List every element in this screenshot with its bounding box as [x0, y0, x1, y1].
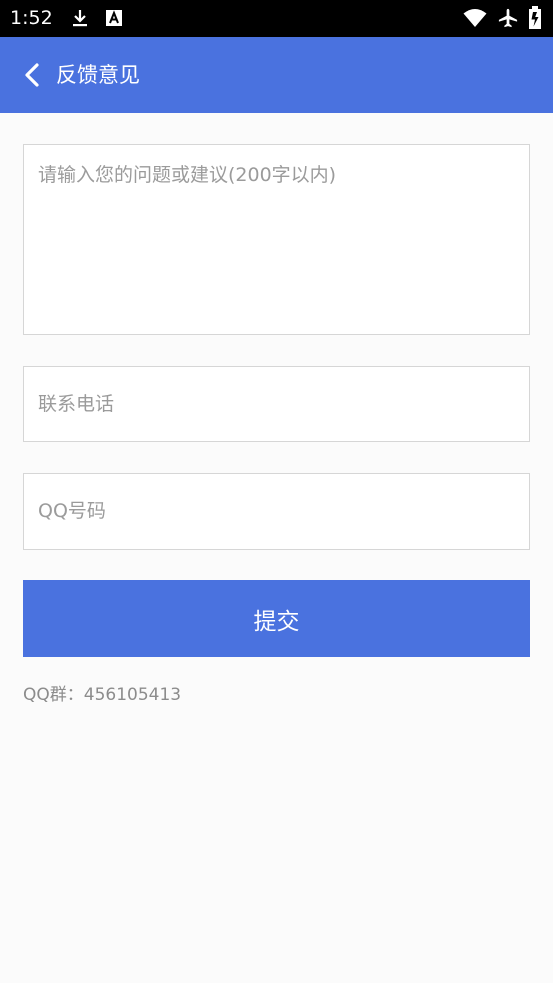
phone-placeholder: 联系电话	[38, 393, 115, 415]
submit-button[interactable]: 提交	[23, 580, 530, 657]
app-bar: 反馈意见	[0, 37, 553, 113]
status-time: 1:52	[10, 7, 53, 29]
back-button[interactable]	[14, 57, 50, 93]
feedback-placeholder: 请输入您的问题或建议(200字以内)	[38, 164, 337, 186]
qq-group-text: QQ群：456105413	[23, 685, 182, 705]
status-bar: 1:52	[0, 0, 553, 37]
airplane-icon	[498, 8, 518, 28]
qq-number-input[interactable]: QQ号码	[23, 473, 530, 550]
wifi-icon	[463, 9, 487, 27]
qq-placeholder: QQ号码	[38, 500, 106, 522]
chevron-left-icon	[25, 63, 39, 87]
page-title: 反馈意见	[56, 63, 140, 87]
a-notification-icon	[106, 10, 122, 26]
submit-label: 提交	[253, 608, 300, 635]
download-icon	[73, 10, 87, 27]
battery-icon	[529, 6, 541, 29]
feedback-textarea[interactable]: 请输入您的问题或建议(200字以内)	[23, 144, 530, 335]
phone-input[interactable]: 联系电话	[23, 366, 530, 442]
